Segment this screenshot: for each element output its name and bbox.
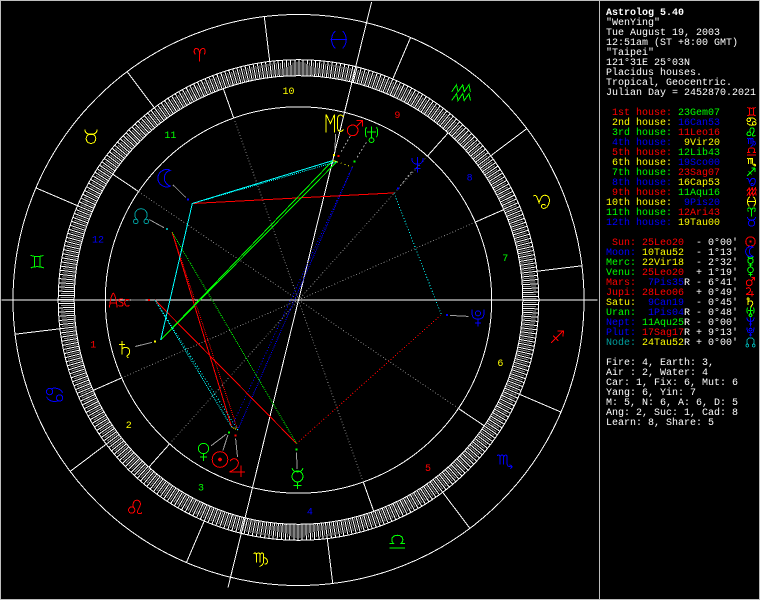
svg-text:12th house: 19Tau00: 12th house: 19Tau00	[606, 217, 720, 229]
svg-text:8: 8	[467, 174, 473, 185]
svg-text:Learn: 8, Share: 5: Learn: 8, Share: 5	[606, 417, 714, 429]
svg-text:5: 5	[425, 464, 431, 475]
svg-text:9: 9	[394, 111, 400, 122]
svg-text:7: 7	[502, 254, 508, 265]
svg-text:1: 1	[90, 341, 96, 352]
svg-text:11: 11	[164, 131, 176, 142]
svg-text:12: 12	[92, 236, 104, 247]
svg-text:10: 10	[282, 87, 294, 98]
svg-text:Node: 24Tau52R + 0°00': Node: 24Tau52R + 0°00'	[606, 337, 738, 349]
svg-text:4: 4	[307, 508, 313, 519]
svg-text:Julian Day = 2452870.2021: Julian Day = 2452870.2021	[606, 87, 756, 99]
svg-text:3: 3	[198, 484, 204, 495]
svg-text:6: 6	[497, 359, 503, 370]
svg-text:2: 2	[126, 421, 132, 432]
